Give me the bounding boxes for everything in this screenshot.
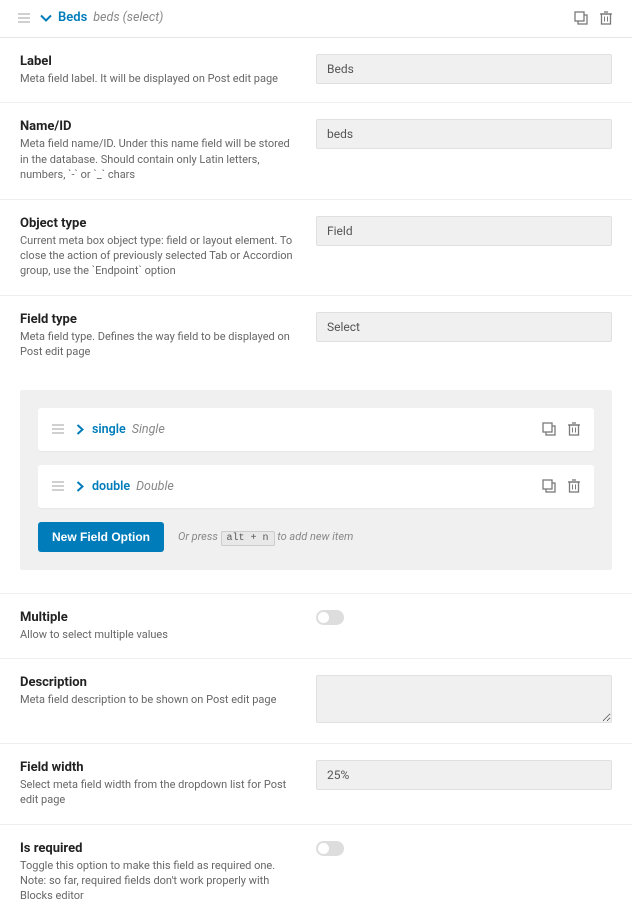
multiple-desc: Allow to select multiple values — [20, 627, 296, 642]
trash-icon[interactable] — [568, 479, 580, 493]
field-type-select[interactable] — [316, 312, 612, 342]
copy-icon[interactable] — [542, 422, 556, 436]
field-type-title: Field type — [20, 312, 296, 327]
object-type-title: Object type — [20, 216, 296, 231]
object-type-select[interactable] — [316, 216, 612, 246]
field-type-desc: Meta field type. Defines the way field t… — [20, 329, 296, 360]
chevron-right-icon[interactable] — [76, 424, 84, 435]
copy-icon[interactable] — [542, 479, 556, 493]
option-row[interactable]: double Double — [38, 465, 594, 508]
field-options-panel: single Single double Double — [20, 390, 612, 570]
is-required-title: Is required — [20, 841, 296, 856]
is-required-desc: Toggle this option to make this field as… — [20, 858, 296, 904]
row-field-width: Field width Select meta field width from… — [0, 744, 632, 825]
label-desc: Meta field label. It will be displayed o… — [20, 71, 296, 86]
row-description: Description Meta field description to be… — [0, 659, 632, 744]
description-title: Description — [20, 675, 296, 690]
row-object-type: Object type Current meta box object type… — [0, 200, 632, 296]
field-width-desc: Select meta field width from the dropdow… — [20, 777, 296, 808]
keyboard-hint: Or press alt + n to add new item — [178, 530, 353, 544]
option-name: single — [92, 422, 126, 437]
name-id-title: Name/ID — [20, 119, 296, 134]
drag-handle-icon[interactable] — [52, 424, 64, 434]
copy-icon[interactable] — [574, 11, 588, 25]
row-label: Label Meta field label. It will be displ… — [0, 38, 632, 103]
option-name: double — [92, 479, 130, 494]
multiple-title: Multiple — [20, 610, 296, 625]
multiple-toggle[interactable] — [316, 610, 344, 625]
label-title: Label — [20, 54, 296, 69]
field-title[interactable]: Beds — [58, 10, 87, 25]
row-is-required: Is required Toggle this option to make t… — [0, 825, 632, 920]
field-width-title: Field width — [20, 760, 296, 775]
name-id-input[interactable] — [316, 119, 612, 149]
trash-icon[interactable] — [568, 422, 580, 436]
drag-handle-icon[interactable] — [52, 481, 64, 491]
description-textarea[interactable] — [316, 675, 612, 723]
is-required-toggle[interactable] — [316, 841, 344, 856]
field-header: Beds beds (select) — [0, 0, 632, 38]
label-input[interactable] — [316, 54, 612, 84]
chevron-right-icon[interactable] — [76, 481, 84, 492]
field-width-select[interactable] — [316, 760, 612, 790]
row-name-id: Name/ID Meta field name/ID. Under this n… — [0, 103, 632, 199]
object-type-desc: Current meta box object type: field or l… — [20, 233, 296, 279]
new-field-option-button[interactable]: New Field Option — [38, 522, 164, 552]
field-subtitle: beds (select) — [93, 10, 163, 25]
option-label: Single — [132, 422, 165, 437]
drag-handle-icon[interactable] — [18, 13, 30, 23]
name-id-desc: Meta field name/ID. Under this name fiel… — [20, 136, 296, 182]
option-row[interactable]: single Single — [38, 408, 594, 451]
chevron-down-icon[interactable] — [40, 14, 52, 22]
row-field-type: Field type Meta field type. Defines the … — [0, 296, 632, 376]
trash-icon[interactable] — [600, 11, 612, 25]
description-desc: Meta field description to be shown on Po… — [20, 692, 296, 707]
option-label: Double — [136, 479, 174, 494]
kbd-shortcut: alt + n — [221, 531, 275, 546]
row-multiple: Multiple Allow to select multiple values — [0, 594, 632, 659]
